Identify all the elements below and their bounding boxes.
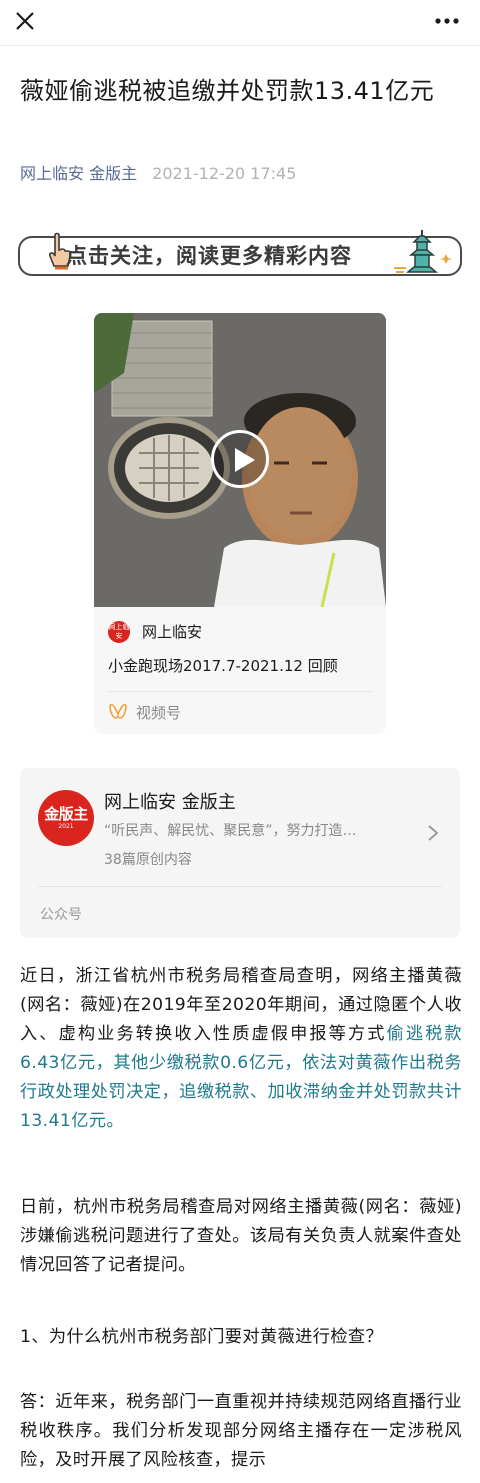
more-dots-icon[interactable] [432, 8, 462, 34]
article-meta: 网上临安 金版主 2021-12-20 17:45 [20, 162, 296, 186]
account-description: “听民声、解民忧、聚民意”，努力打造… [104, 823, 357, 839]
body-paragraph-2: 日前，杭州市税务局稽查局对网络主播黄薇(网名：薇娅)涉嫌偷逃税问题进行了查处。该… [20, 1197, 462, 1275]
account-avatar-year: 2021 [58, 823, 74, 830]
divider [108, 691, 372, 692]
article-title: 薇娅偷逃税被追缴并处罚款13.41亿元 [20, 77, 435, 105]
video-caption: 小金跑现场2017.7-2021.12 回顾 [108, 657, 338, 675]
divider [38, 886, 442, 887]
follow-banner[interactable]: 点击关注，阅读更多精彩内容 [18, 228, 462, 284]
account-name: 网上临安 金版主 [104, 792, 236, 813]
video-account-name[interactable]: 网上临安 [142, 621, 202, 643]
publish-date: 2021-12-20 17:45 [152, 164, 297, 183]
original-count: 38篇原创内容 [104, 852, 192, 868]
body-paragraph-4: 答：近年来，税务部门一直重视并持续规范网络直播行业税收秩序。我们分析发现部分网络… [20, 1392, 462, 1470]
channels-label: 视频号 [136, 704, 182, 722]
official-account-card[interactable]: 金版主 2021 网上临安 金版主 “听民声、解民忧、聚民意”，努力打造… 38… [20, 768, 460, 938]
video-thumbnail[interactable] [94, 313, 386, 607]
body-paragraph-1: 近日，浙江省杭州市税务局稽查局查明，网络主播黄薇(网名：薇娅)在2019年至20… [20, 962, 462, 1136]
author-link[interactable]: 网上临安 金版主 [20, 164, 137, 183]
top-bar [0, 0, 480, 46]
channels-icon [109, 703, 127, 719]
pagoda-icon [394, 230, 452, 273]
video-account-logo: 网上临安 [108, 621, 130, 643]
body-paragraph-3: 1、为什么杭州市税务部门要对黄薇进行检查？ [20, 1327, 384, 1347]
account-type-label: 公众号 [40, 907, 82, 923]
follow-banner-text: 点击关注，阅读更多精彩内容 [66, 244, 352, 268]
chevron-right-icon[interactable] [426, 824, 440, 842]
play-icon[interactable] [211, 430, 269, 488]
account-avatar: 金版主 2021 [38, 790, 94, 846]
account-avatar-text: 金版主 [44, 805, 88, 823]
video-card[interactable]: 网上临安 网上临安 小金跑现场2017.7-2021.12 回顾 视频号 [94, 313, 386, 734]
close-icon[interactable] [12, 8, 38, 34]
